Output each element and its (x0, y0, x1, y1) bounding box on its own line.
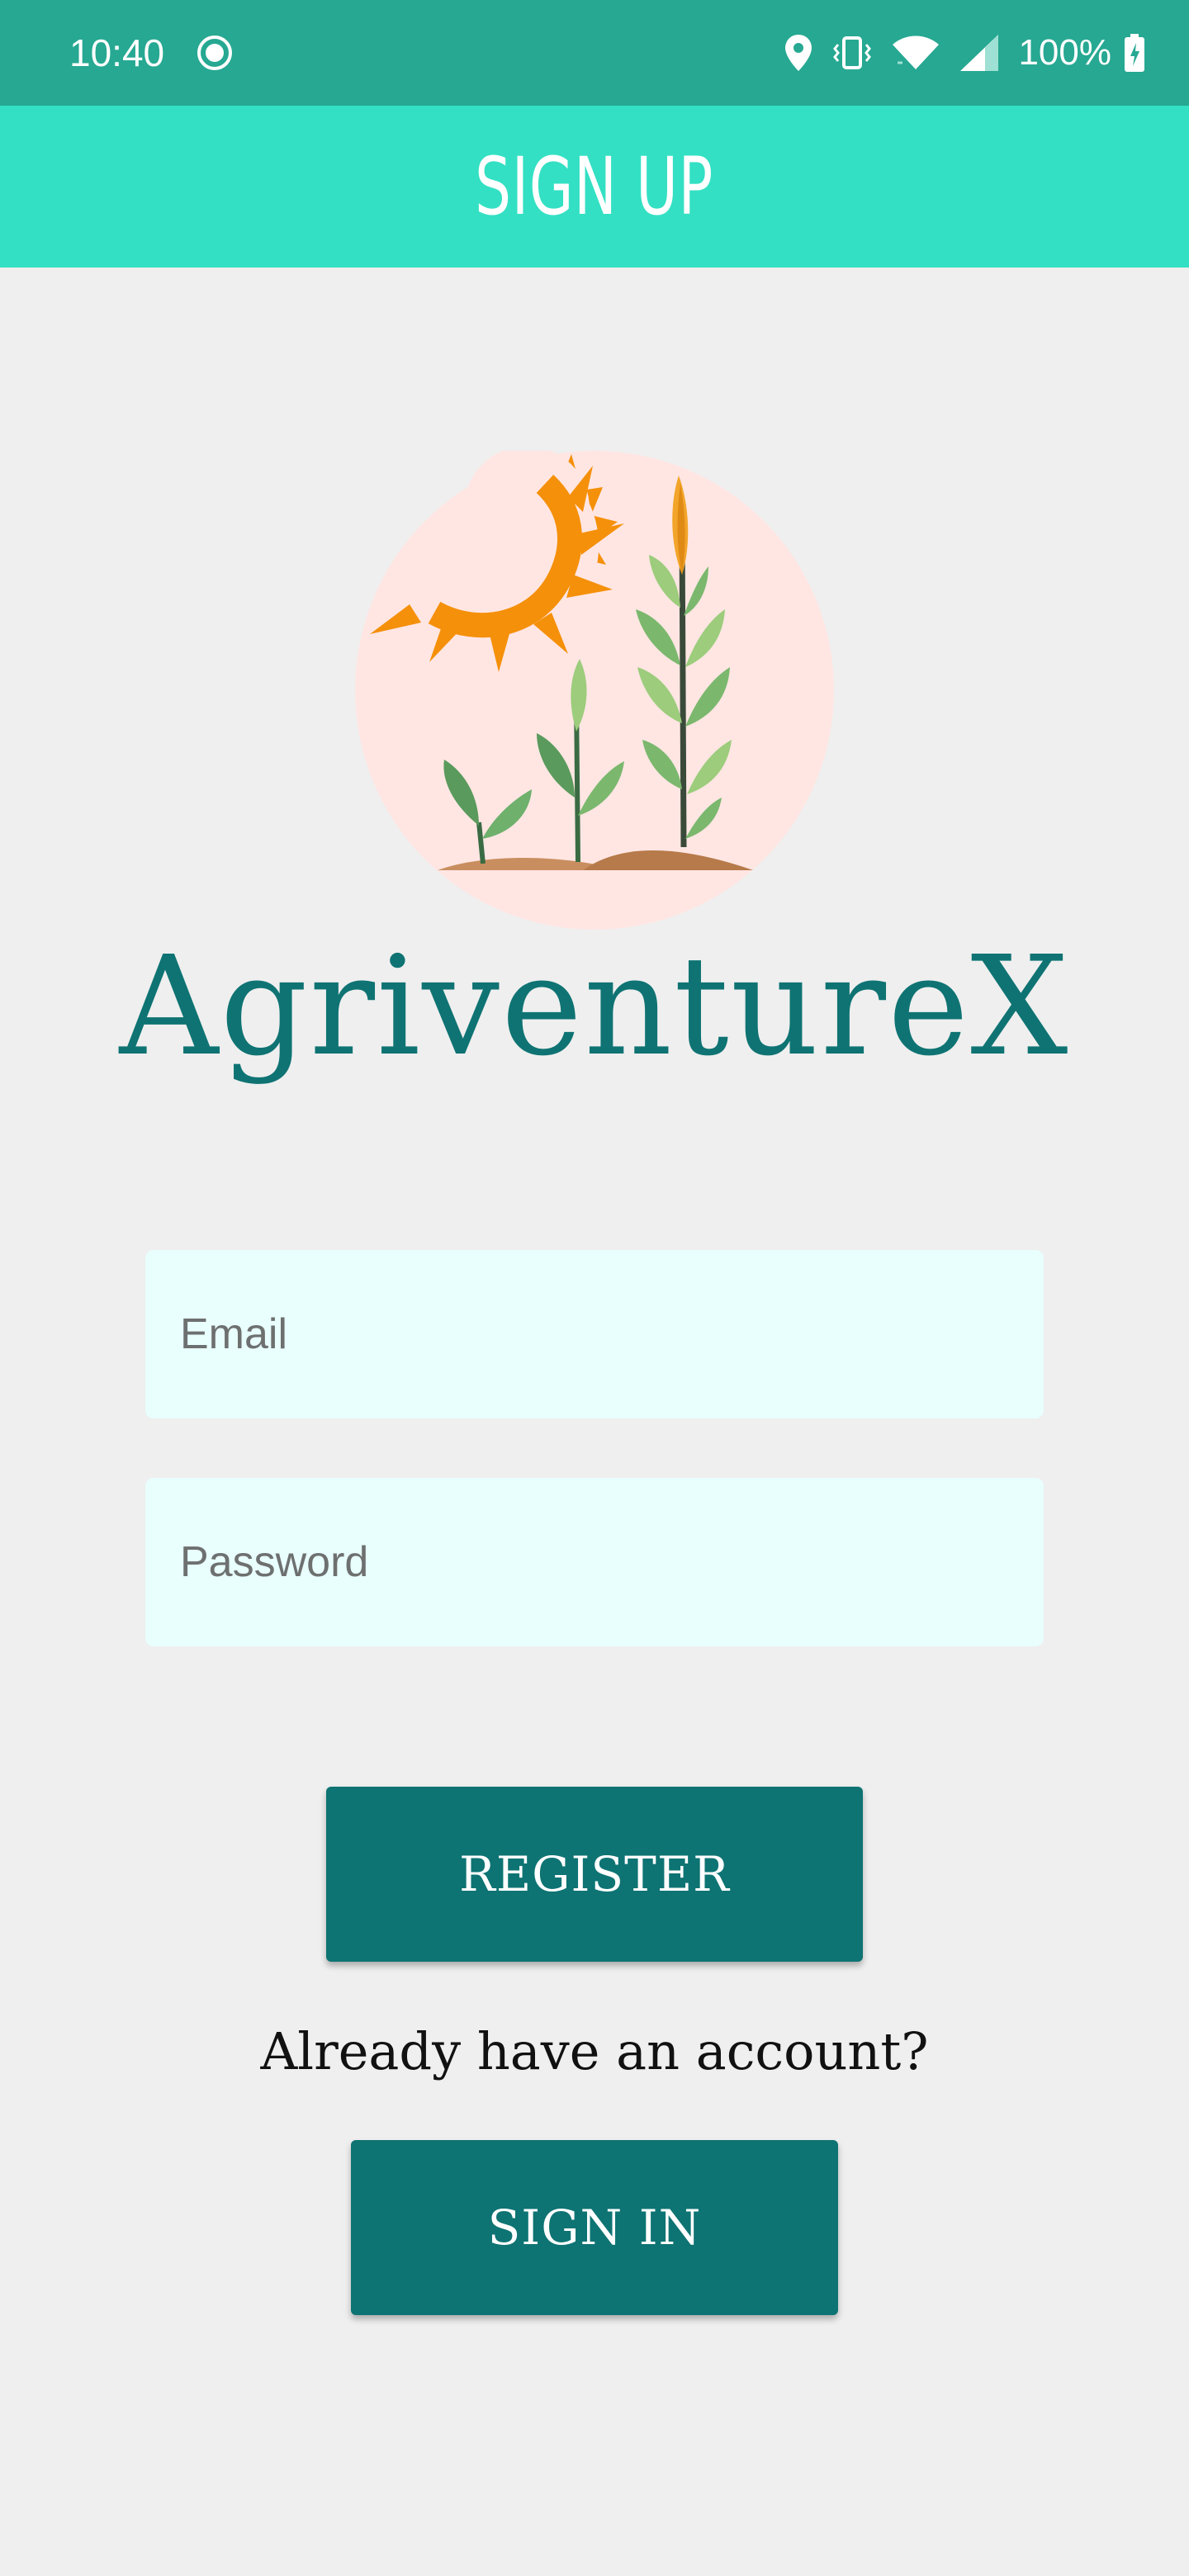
location-icon (785, 35, 812, 71)
status-icons: 100% (784, 28, 1146, 78)
page-title: SIGN UP (475, 140, 714, 233)
battery-charging-icon (1125, 34, 1144, 72)
signal-icon (960, 35, 999, 71)
battery-percent: 100% (1018, 32, 1111, 73)
vibrate-icon (833, 36, 872, 69)
sun-and-crops-logo (355, 451, 834, 930)
app-bar: SIGN UP (0, 106, 1189, 268)
record-icon (197, 36, 232, 70)
sign-in-button[interactable]: SIGN IN (351, 2140, 838, 2315)
already-have-account-text: Already have an account? (260, 2021, 929, 2081)
wifi-icon (893, 36, 940, 69)
password-field[interactable] (145, 1478, 1044, 1646)
status-time: 10:40 (69, 31, 165, 74)
brand-name: AgriventureX (119, 927, 1070, 1087)
status-bar: 10:40 100% (0, 0, 1189, 106)
register-button[interactable]: REGISTER (326, 1787, 863, 1962)
email-field[interactable] (145, 1250, 1044, 1418)
